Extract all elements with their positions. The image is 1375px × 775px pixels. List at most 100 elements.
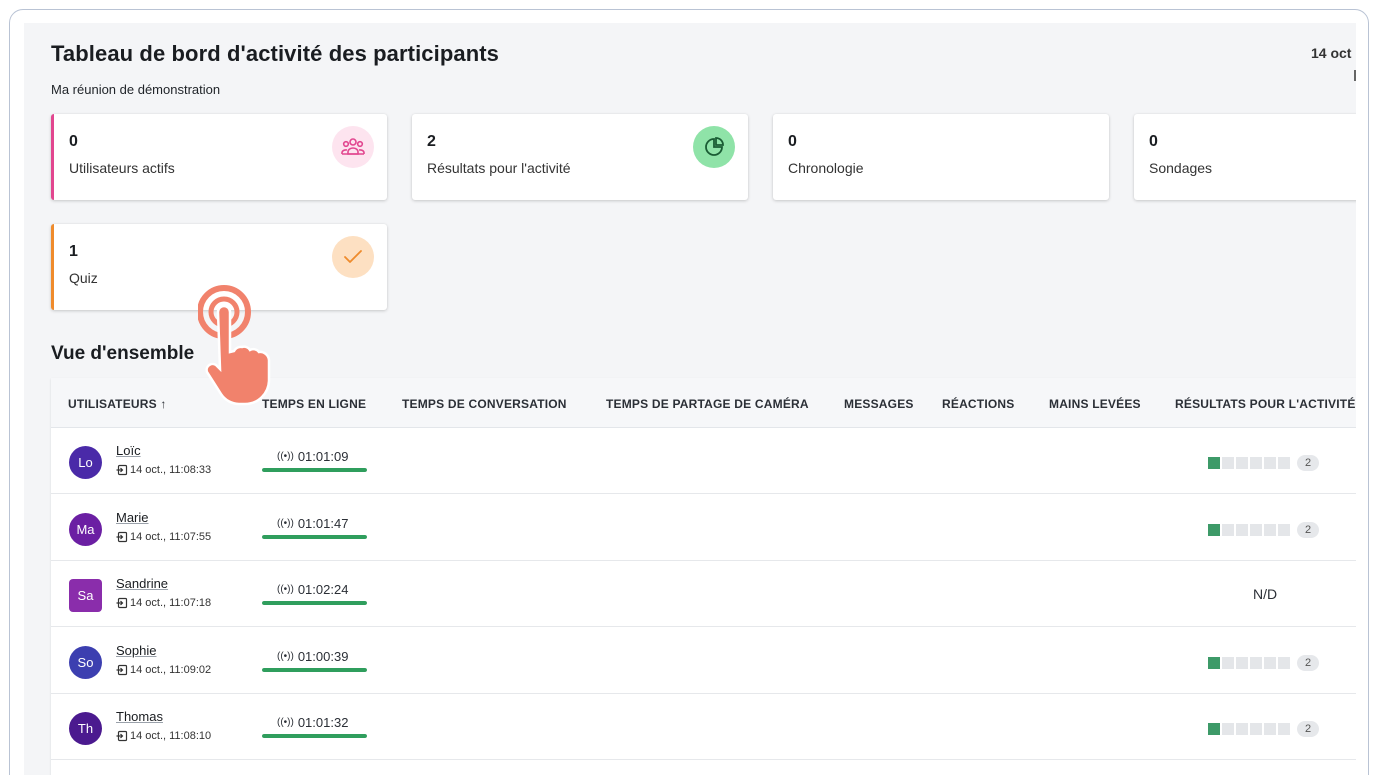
result-not-available: N/D [1253, 586, 1278, 602]
broadcast-icon: ((•)) [277, 451, 294, 462]
column-users[interactable]: UTILISATEURS ↑ [68, 397, 167, 411]
online-time-bar [262, 734, 367, 738]
progress-segment [1208, 723, 1220, 735]
progress-segment [1236, 723, 1248, 735]
column-raised-hands[interactable]: MAINS LEVÉES [1049, 397, 1141, 411]
online-time-bar-fill [262, 667, 367, 672]
avatar: Sa [69, 579, 102, 612]
table-row: Ma Marie 14 oct., 11:07:55 ((•)) 01:01:47 2 [51, 494, 1356, 561]
online-time-value: 01:01:47 [297, 515, 349, 531]
card-label: Sondages [1149, 160, 1213, 176]
user-name-link[interactable]: Sandrine [116, 576, 168, 591]
column-reactions[interactable]: RÉACTIONS [942, 397, 1014, 411]
online-time-bar [262, 601, 367, 605]
progress-segment [1222, 523, 1234, 536]
progress-segment [1250, 723, 1262, 735]
card-activity-results[interactable]: 2 Résultats pour l'activité [412, 114, 748, 200]
user-name-link[interactable]: Thomas [116, 709, 163, 724]
activity-progress[interactable]: 2 [1208, 521, 1319, 538]
login-icon [116, 597, 128, 609]
joined-time-text: 14 oct., 11:08:10 [130, 730, 212, 742]
table-row: Sa Sandrine 14 oct., 11:07:18 ((•)) 01:02:24… [51, 561, 1356, 627]
online-time: ((•)) 01:01:32 [262, 714, 367, 742]
login-icon [116, 664, 128, 675]
participants-table: UTILISATEURS ↑ TEMPS EN LIGNE TEMPS DE C… [51, 378, 1356, 775]
progress-segment [1208, 656, 1220, 669]
card-timeline[interactable]: 0 Chronologie [773, 114, 1109, 200]
progress-segment [1222, 457, 1234, 469]
joined-time: 14 oct., 11:07:18 [116, 597, 211, 609]
online-time-bar-fill [262, 468, 367, 472]
avatar: Th [69, 712, 102, 745]
broadcast-icon: ((•)) [277, 517, 294, 529]
avatar: Lo [69, 446, 102, 479]
joined-time: 14 oct., 11:08:33 [116, 464, 211, 476]
online-time-bar [262, 667, 367, 672]
progress-segment [1264, 723, 1276, 735]
online-time-bar [262, 534, 367, 539]
card-active-users[interactable]: 0 Utilisateurs actifs [51, 114, 387, 200]
login-icon [116, 730, 128, 742]
card-value: 0 [69, 133, 78, 150]
checkmark-icon [332, 236, 374, 278]
progress-segment [1278, 656, 1290, 669]
login-icon [116, 531, 128, 542]
user-name-link[interactable]: Loïc [116, 443, 141, 458]
progress-segment [1236, 457, 1248, 469]
online-time-value: 01:01:32 [297, 715, 349, 730]
progress-segment [1278, 723, 1290, 735]
users-icon [332, 126, 374, 168]
tap-hand-icon [197, 282, 280, 406]
online-time-value: 01:02:24 [297, 582, 349, 597]
online-time-bar-fill [262, 534, 367, 539]
card-label: Quiz [69, 270, 98, 286]
result-count-badge: 2 [1297, 455, 1319, 471]
user-name-link[interactable]: Marie [116, 510, 149, 525]
broadcast-icon: ((•)) [277, 584, 294, 595]
online-time-bar [262, 468, 367, 472]
table-row: Lo Loïc 14 oct., 11:08:33 ((•)) 01:01:09 2 [51, 428, 1356, 494]
result-count-badge: 2 [1297, 521, 1319, 538]
user-name-link[interactable]: Sophie [116, 643, 156, 658]
column-talk-time[interactable]: TEMPS DE CONVERSATION [402, 397, 567, 411]
result-count-badge: 2 [1297, 654, 1319, 671]
joined-time-text: 14 oct., 11:07:18 [130, 597, 212, 609]
progress-segment [1236, 656, 1248, 669]
joined-time: 14 oct., 11:07:55 [116, 531, 211, 543]
progress-segment [1236, 523, 1248, 536]
column-activity-results[interactable]: RÉSULTATS POUR L'ACTIVITÉ [1175, 397, 1356, 411]
online-time: ((•)) 01:02:24 [262, 581, 367, 609]
column-messages[interactable]: MESSAGES [844, 397, 914, 411]
online-time-bar-fill [262, 601, 367, 605]
online-time-value: 01:00:39 [297, 648, 349, 664]
card-value: 0 [788, 133, 797, 150]
progress-segment [1264, 523, 1276, 536]
table-row: Th Thomas 14 oct., 11:08:10 ((•)) 01:01:32 2 [51, 694, 1356, 760]
activity-progress[interactable]: 2 [1208, 721, 1319, 737]
activity-progress[interactable]: 2 [1208, 455, 1319, 471]
column-camera-time[interactable]: TEMPS DE PARTAGE DE CAMÉRA [606, 397, 809, 411]
login-icon [116, 464, 128, 476]
joined-time-text: 14 oct., 11:09:02 [130, 663, 212, 676]
progress-segment [1250, 523, 1262, 536]
browser-frame: Tableau de bord d'activité des participa… [9, 9, 1369, 775]
section-title-overview: Vue d'ensemble [51, 343, 195, 364]
broadcast-icon: ((•)) [277, 650, 294, 662]
card-value: 2 [427, 133, 436, 150]
online-time: ((•)) 01:00:39 [262, 648, 367, 676]
online-time-bar-fill [262, 734, 367, 738]
card-label: Utilisateurs actifs [69, 160, 175, 176]
card-polls[interactable]: 0 Sondages [1134, 114, 1356, 200]
activity-progress[interactable]: 2 [1208, 654, 1319, 671]
progress-segment [1208, 457, 1220, 469]
broadcast-icon: ((•)) [277, 717, 294, 728]
table-row: So Sophie 14 oct., 11:09:02 ((•)) 01:00:39 2 [51, 627, 1356, 694]
online-time-value: 01:01:09 [297, 449, 349, 464]
avatar: So [69, 645, 102, 679]
progress-segment [1278, 457, 1290, 469]
progress-segment [1222, 723, 1234, 735]
date-divider [1354, 70, 1356, 81]
card-value: 0 [1149, 133, 1158, 150]
avatar: Ma [69, 512, 102, 546]
pie-chart-icon [693, 126, 735, 168]
